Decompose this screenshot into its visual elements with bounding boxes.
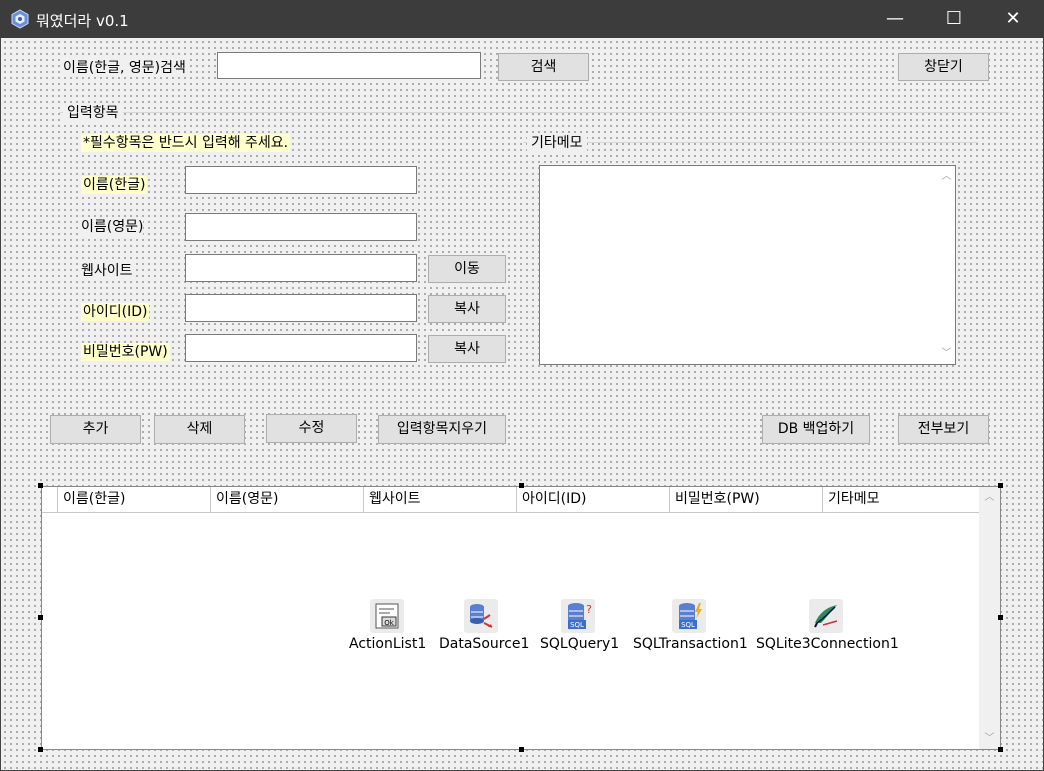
grid-col-name-kr[interactable]: 이름(한글) (58, 487, 211, 512)
scroll-up-icon[interactable]: ︿ (938, 168, 955, 185)
data-source-icon[interactable] (464, 599, 498, 633)
data-grid[interactable]: 이름(한글) 이름(영문) 웹사이트 아이디(ID) 비밀번호(PW) 기타메모… (41, 486, 1001, 750)
close-form-button[interactable]: 창닫기 (898, 53, 989, 81)
copy-pw-button[interactable]: 복사 (428, 335, 506, 363)
search-button[interactable]: 검색 (498, 53, 589, 81)
selection-handle[interactable] (998, 615, 1003, 620)
title-bar: 뭐였더라 v0.1 — ☐ ✕ (0, 0, 1044, 38)
scroll-down-icon[interactable]: ﹀ (938, 345, 955, 362)
maximize-button[interactable]: ☐ (925, 0, 983, 38)
view-all-button[interactable]: 전부보기 (898, 415, 989, 444)
minimize-icon: — (886, 8, 904, 29)
memo-textarea[interactable]: ︿ ﹀ (539, 165, 956, 365)
action-list-icon[interactable]: Ok (370, 599, 404, 633)
window-title: 뭐였더라 v0.1 (36, 12, 129, 30)
go-website-button[interactable]: 이동 (428, 255, 506, 283)
selection-handle[interactable] (38, 483, 43, 488)
selection-handle[interactable] (998, 747, 1003, 752)
add-button[interactable]: 추가 (50, 415, 141, 444)
svg-text:?: ? (586, 603, 592, 616)
name-kr-label: 이름(한글) (81, 176, 148, 194)
grid-col-id[interactable]: 아이디(ID) (517, 487, 670, 512)
search-label: 이름(한글, 영문)검색 (63, 59, 186, 77)
svg-text:Ok: Ok (384, 619, 395, 627)
delete-button[interactable]: 삭제 (154, 415, 245, 444)
sql-query-icon[interactable]: SQL ? (561, 599, 595, 633)
clear-fields-button[interactable]: 입력항목지우기 (378, 415, 506, 444)
copy-id-button[interactable]: 복사 (428, 295, 506, 323)
svg-text:SQL: SQL (681, 621, 695, 629)
grid-scroll-down-icon[interactable]: ﹀ (981, 730, 998, 747)
close-window-button[interactable]: ✕ (984, 0, 1042, 38)
svg-text:SQL: SQL (570, 621, 584, 629)
component-label: SQLTransaction1 (633, 636, 748, 652)
name-kr-field[interactable] (185, 166, 417, 194)
grid-col-name-en[interactable]: 이름(영문) (211, 487, 364, 512)
grid-col-pw[interactable]: 비밀번호(PW) (670, 487, 823, 512)
selection-handle[interactable] (998, 483, 1003, 488)
website-label: 웹사이트 (81, 262, 133, 280)
pw-label: 비밀번호(PW) (81, 343, 170, 361)
website-field[interactable] (185, 254, 417, 282)
selection-handle[interactable] (519, 483, 524, 488)
component-label: ActionList1 (349, 636, 427, 652)
db-backup-button[interactable]: DB 백업하기 (762, 415, 870, 444)
component-label: DataSource1 (439, 636, 530, 652)
app-icon (10, 9, 30, 29)
grid-header: 이름(한글) 이름(영문) 웹사이트 아이디(ID) 비밀번호(PW) 기타메모 (42, 487, 979, 513)
grid-scroll-up-icon[interactable]: ︿ (981, 489, 998, 506)
input-group-title: 입력항목 (63, 104, 123, 122)
memo-scrollbar[interactable]: ︿ ﹀ (938, 166, 955, 364)
name-en-label: 이름(영문) (81, 218, 144, 236)
memo-group-title: 기타메모 (527, 134, 587, 152)
component-label: SQLQuery1 (540, 636, 620, 652)
selection-handle[interactable] (38, 615, 43, 620)
pw-field[interactable] (185, 334, 417, 362)
grid-scrollbar[interactable]: ︿ ﹀ (979, 487, 1000, 749)
id-field[interactable] (185, 294, 417, 322)
selection-handle[interactable] (519, 747, 524, 752)
id-label: 아이디(ID) (81, 303, 150, 321)
grid-col-website[interactable]: 웹사이트 (364, 487, 517, 512)
component-label: SQLite3Connection1 (756, 636, 899, 652)
search-input[interactable] (217, 52, 481, 79)
sqlite-connection-icon[interactable] (809, 599, 843, 633)
close-icon: ✕ (1005, 8, 1021, 29)
minimize-button[interactable]: — (866, 0, 924, 38)
grid-col-memo[interactable]: 기타메모 (823, 487, 979, 512)
edit-button[interactable]: 수정 (266, 414, 357, 443)
grid-indicator-cell (42, 487, 58, 512)
required-note: *필수항목은 반드시 입력해 주세요. (81, 134, 291, 152)
sql-transaction-icon[interactable]: SQL (672, 599, 706, 633)
name-en-field[interactable] (185, 213, 417, 241)
maximize-icon: ☐ (945, 8, 963, 29)
selection-handle[interactable] (38, 747, 43, 752)
form-designer: 이름(한글, 영문)검색 검색 창닫기 입력항목 *필수항목은 반드시 입력해 … (1, 38, 1043, 770)
